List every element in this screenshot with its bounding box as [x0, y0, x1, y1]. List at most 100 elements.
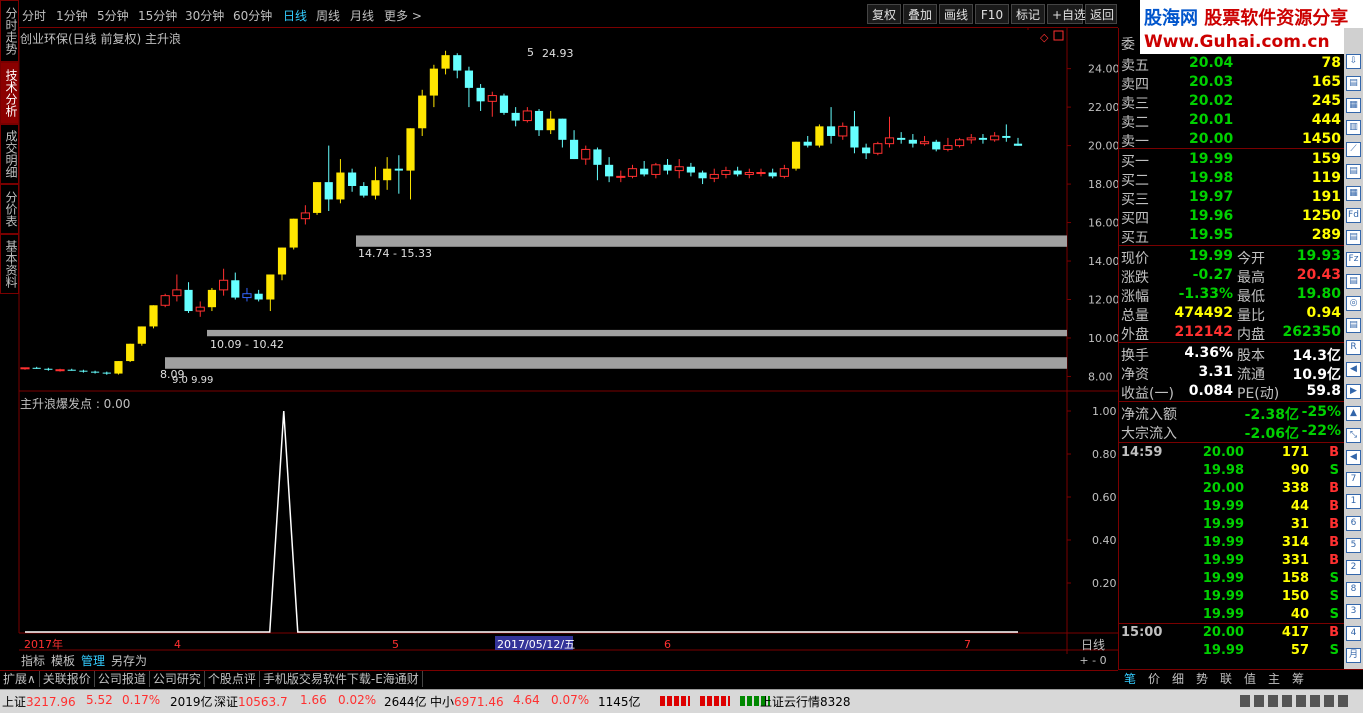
- quote-tab[interactable]: 价: [1142, 670, 1166, 688]
- link-related-quotes[interactable]: 关联报价: [40, 671, 95, 687]
- candle-body: [453, 55, 462, 71]
- tool-icon[interactable]: 5: [1346, 538, 1361, 553]
- tick-price: 19.99: [1202, 643, 1244, 658]
- tool-icon[interactable]: ◀: [1346, 362, 1361, 377]
- period-60min[interactable]: 60分钟: [233, 7, 272, 24]
- period-30min[interactable]: 30分钟: [185, 7, 224, 24]
- period-1min[interactable]: 1分钟: [56, 7, 88, 24]
- tool-icon[interactable]: 2: [1346, 560, 1361, 575]
- back-button[interactable]: 返回: [1085, 4, 1117, 24]
- tool-icon[interactable]: ▤: [1346, 274, 1361, 289]
- adjust-button[interactable]: 复权: [867, 4, 901, 24]
- candle: [184, 282, 193, 313]
- ask-row[interactable]: 卖五 20.04 78: [1119, 55, 1345, 74]
- tab-manage[interactable]: 管理: [78, 653, 108, 669]
- candle-body: [32, 367, 41, 369]
- cloud-quote[interactable]: 上证云行情8328: [760, 693, 851, 710]
- quote-tab[interactable]: 细: [1166, 670, 1190, 688]
- tool-icon[interactable]: 8: [1346, 582, 1361, 597]
- period-daily[interactable]: 日线: [283, 7, 307, 24]
- tool-icon[interactable]: ▦: [1346, 186, 1361, 201]
- quote-tab[interactable]: 筹: [1286, 670, 1310, 688]
- candle: [534, 109, 544, 136]
- ask-row[interactable]: 卖三 20.02 245: [1119, 93, 1345, 112]
- tool-icon[interactable]: ▤: [1346, 230, 1361, 245]
- add-watchlist-button[interactable]: +自选: [1047, 4, 1086, 24]
- tool-icon[interactable]: ⤡: [1346, 428, 1361, 443]
- link-mobile-download[interactable]: 手机版交易软件下载-E海通财: [260, 671, 423, 687]
- candles: [20, 50, 1023, 375]
- quote-tab[interactable]: 值: [1238, 670, 1262, 688]
- bid-row[interactable]: 买五 19.95 289: [1119, 227, 1345, 246]
- period-5min[interactable]: 5分钟: [97, 7, 129, 24]
- tab-template[interactable]: 模板: [48, 653, 78, 669]
- tool-icon[interactable]: Fz: [1346, 252, 1361, 267]
- period-more[interactable]: 更多 >: [384, 7, 422, 24]
- bid-row[interactable]: 买四 19.96 1250: [1119, 208, 1345, 227]
- tool-icon[interactable]: 月: [1346, 648, 1361, 663]
- candle: [91, 370, 100, 374]
- tool-icon[interactable]: ▲: [1346, 406, 1361, 421]
- candle: [453, 53, 462, 79]
- quote-tab[interactable]: 势: [1190, 670, 1214, 688]
- candle: [160, 293, 170, 308]
- f10-button[interactable]: F10: [975, 4, 1009, 24]
- tool-icon-bar: ⇩ ▤ ▦ ▥ ⟋ ▤ ▦ Fd ▤ Fz ▤ ◎ ▤ R ◀ ▶ ▲ ⤡ ◀ 7 1 6 5 2 8 3 4 月: [1344, 28, 1363, 669]
- link-expand[interactable]: 扩展∧: [0, 671, 40, 687]
- bid-row[interactable]: 买三 19.97 191: [1119, 189, 1345, 208]
- bid-row[interactable]: 买一 19.99 159: [1119, 151, 1345, 170]
- tick-row: 19.99 331 B: [1119, 553, 1345, 571]
- bid-row[interactable]: 买二 19.98 119: [1119, 170, 1345, 189]
- tool-icon[interactable]: ▶: [1346, 384, 1361, 399]
- candle-body: [616, 175, 626, 178]
- zoom-controls[interactable]: + - 0: [1070, 654, 1116, 667]
- tool-icon[interactable]: 7: [1346, 472, 1361, 487]
- tab-indicator[interactable]: 指标: [18, 653, 48, 669]
- candle-body: [1002, 135, 1011, 138]
- tool-icon[interactable]: ◎: [1346, 296, 1361, 311]
- tool-icon[interactable]: ▦: [1346, 98, 1361, 113]
- tool-icon[interactable]: 6: [1346, 516, 1361, 531]
- candle: [990, 132, 1000, 142]
- quote-tab[interactable]: 联: [1214, 670, 1238, 688]
- tool-icon[interactable]: ⇩: [1346, 54, 1361, 69]
- tool-icon[interactable]: ▤: [1346, 318, 1361, 333]
- tab-save-as[interactable]: 另存为: [108, 653, 150, 669]
- tool-icon[interactable]: 4: [1346, 626, 1361, 641]
- flow-pct: -25%: [1301, 404, 1341, 420]
- tool-icon[interactable]: ◀: [1346, 450, 1361, 465]
- tool-icon[interactable]: R: [1346, 340, 1361, 355]
- period-weekly[interactable]: 周线: [316, 7, 340, 24]
- ask-row[interactable]: 卖二 20.01 444: [1119, 112, 1345, 131]
- candle-body: [67, 369, 76, 371]
- link-stock-review[interactable]: 个股点评: [205, 671, 260, 687]
- ask-row[interactable]: 卖四 20.03 165: [1119, 74, 1345, 93]
- tool-icon[interactable]: ▥: [1346, 120, 1361, 135]
- status-icons[interactable]: [1240, 695, 1350, 710]
- tool-icon[interactable]: ⟋: [1346, 142, 1361, 157]
- zx-amount: 1145亿: [598, 695, 641, 709]
- link-company-research[interactable]: 公司研究: [150, 671, 205, 687]
- period-intraday[interactable]: 分时: [22, 7, 46, 24]
- quote-tab[interactable]: 笔: [1118, 670, 1142, 688]
- overlay-button[interactable]: 叠加: [903, 4, 937, 24]
- tool-icon[interactable]: 3: [1346, 604, 1361, 619]
- kline-chart[interactable]: ◇ 24.00 22.00 20.00 18.00 16.00 14.00 12.00 10.…: [0, 28, 1118, 654]
- candle-body: [464, 70, 474, 88]
- period-monthly[interactable]: 月线: [350, 7, 374, 24]
- period-15min[interactable]: 15分钟: [138, 7, 177, 24]
- price-tick-label: 20.00: [1088, 140, 1118, 153]
- candle-body: [511, 112, 520, 121]
- tool-icon[interactable]: ▤: [1346, 164, 1361, 179]
- tool-icon[interactable]: Fd: [1346, 208, 1361, 223]
- mark-button[interactable]: 标记: [1011, 4, 1045, 24]
- tool-icon[interactable]: ▤: [1346, 76, 1361, 91]
- candle-body: [709, 173, 719, 179]
- stat-value: -0.27: [1192, 267, 1233, 283]
- quote-tab[interactable]: 主: [1262, 670, 1286, 688]
- tool-icon[interactable]: 1: [1346, 494, 1361, 509]
- xlabel-year: 2017年: [24, 637, 63, 651]
- stat-row: 涨幅 -1.33% 最低 19.80: [1119, 286, 1345, 305]
- draw-line-button[interactable]: 画线: [939, 4, 973, 24]
- link-company-news[interactable]: 公司报道: [95, 671, 150, 687]
